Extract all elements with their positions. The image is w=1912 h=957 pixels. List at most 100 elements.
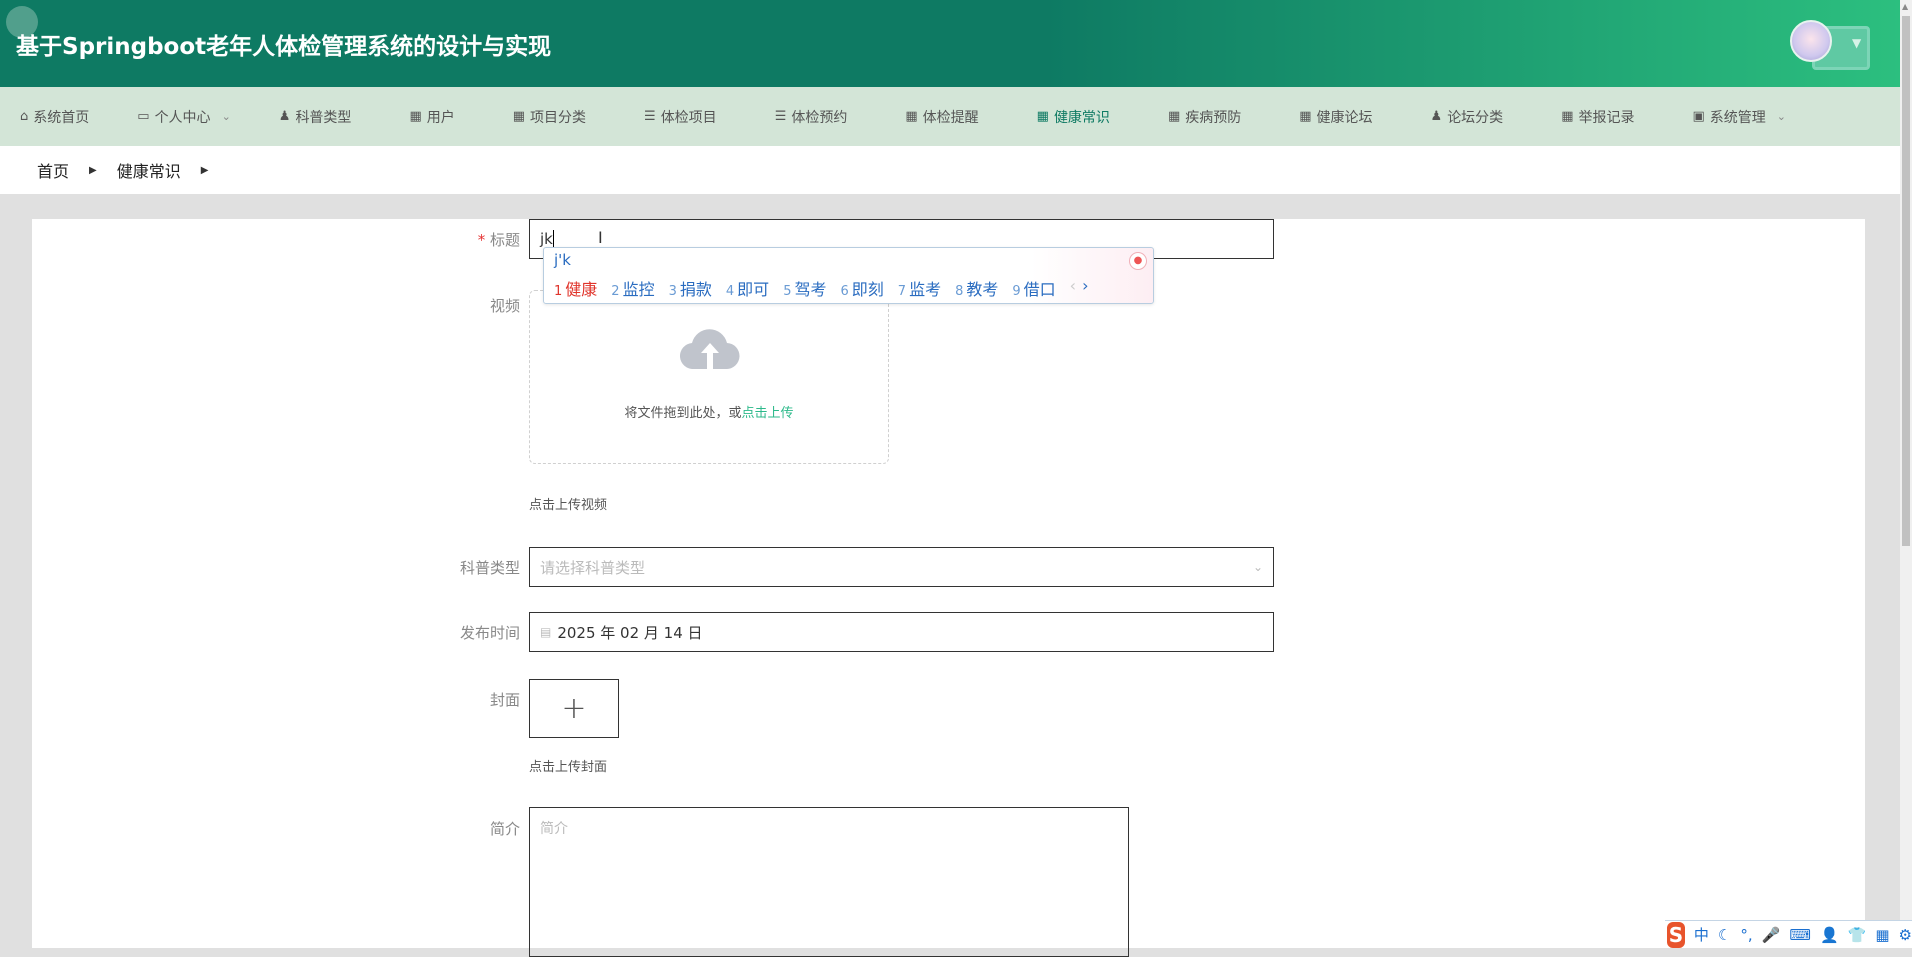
grid-icon: ▦ bbox=[1299, 109, 1312, 124]
nav-item-label: 体检项目 bbox=[660, 109, 717, 126]
ime-next-page-button[interactable]: › bbox=[1082, 276, 1088, 300]
ime-candidate[interactable]: 1 健康 bbox=[554, 276, 597, 300]
page-scrollbar[interactable]: ▲ bbox=[1900, 0, 1912, 948]
chevron-down-icon: ⌄ bbox=[221, 110, 231, 123]
ime-toolbar-button-icon[interactable]: 👕 bbox=[1848, 926, 1867, 944]
upload-hint-text: 将文件拖到此处，或 bbox=[624, 406, 742, 421]
cover-upload-button[interactable]: + bbox=[529, 679, 619, 738]
list-icon: ☰ bbox=[644, 109, 656, 124]
breadcrumb: 首页 ▶ 健康常识 ▶ bbox=[0, 146, 1900, 194]
grid-9-icon: ▦ bbox=[905, 109, 918, 124]
ime-candidate[interactable]: 8 教考 bbox=[955, 276, 998, 300]
ime-candidate[interactable]: 2 监控 bbox=[611, 276, 654, 300]
grid-icon: ▦ bbox=[1561, 109, 1574, 124]
nav-item-10[interactable]: ▦ 健康论坛 bbox=[1279, 87, 1372, 146]
ime-toolbar-button-icon[interactable]: °, bbox=[1740, 926, 1752, 944]
nav-item-label: 举报记录 bbox=[1578, 109, 1635, 126]
candidate-text: 监考 bbox=[909, 280, 942, 299]
type-select[interactable]: 请选择科普类型 ⌄ bbox=[529, 547, 1274, 587]
nav-item-2[interactable]: ♟ 科普类型 bbox=[259, 87, 352, 146]
candidate-number: 3 bbox=[668, 284, 677, 299]
ime-candidate[interactable]: 7 监考 bbox=[898, 276, 941, 300]
ime-toolbar-button-icon[interactable]: ⚙ bbox=[1899, 926, 1912, 944]
candidate-number: 1 bbox=[554, 284, 563, 299]
candidate-number: 5 bbox=[783, 284, 792, 299]
grid-icon: ▦ bbox=[512, 109, 526, 124]
sogou-logo-icon[interactable]: S bbox=[1667, 921, 1685, 948]
intro-label: 简介 bbox=[489, 820, 520, 838]
candidate-text: 即刻 bbox=[851, 280, 884, 299]
nav-item-label: 系统管理 bbox=[1709, 109, 1766, 126]
nav-item-label: 系统首页 bbox=[33, 109, 90, 126]
nav-item-label: 健康论坛 bbox=[1316, 109, 1373, 126]
clipboard-icon: ▣ bbox=[1692, 109, 1705, 124]
nav-item-0[interactable]: ⌂ 系统首页 bbox=[0, 87, 89, 146]
grid-icon: ▦ bbox=[1036, 109, 1049, 124]
candidate-text: 教考 bbox=[966, 280, 999, 299]
candidate-text: 驾考 bbox=[794, 280, 827, 299]
intro-placeholder: 简介 bbox=[540, 821, 568, 837]
grid-icon: ▦ bbox=[409, 109, 422, 124]
nav-item-3[interactable]: ▦ 用户 bbox=[389, 87, 454, 146]
date-picker[interactable]: ▤ 2025 年 02 月 14 日 bbox=[529, 612, 1274, 652]
candidate-number: 6 bbox=[840, 284, 849, 299]
ime-toolbar-button-icon[interactable]: ▦ bbox=[1875, 926, 1889, 944]
candidate-number: 9 bbox=[1012, 284, 1021, 299]
video-tip: 点击上传视频 bbox=[529, 498, 608, 513]
ime-toolbar-button-icon[interactable]: ⌨ bbox=[1789, 926, 1811, 944]
ime-toolbar: S 中 ☾ °, 🎤 ⌨ 👤 👕 ▦ ⚙ bbox=[1665, 920, 1912, 948]
ime-candidate[interactable]: 4 即可 bbox=[726, 276, 769, 300]
nav-item-8[interactable]: ▦ 健康常识 bbox=[1017, 87, 1110, 146]
list-icon: ☰ bbox=[774, 109, 787, 124]
title-label: * 标题 bbox=[380, 229, 520, 250]
user-icon: ♟ bbox=[1430, 109, 1443, 124]
chinese-mode-toggle[interactable]: 中 bbox=[1694, 924, 1709, 945]
ime-toolbar-button-icon[interactable]: ☾ bbox=[1718, 926, 1731, 944]
ime-candidate-popup: j'k ● 1 健康 2 监控 3 捐款 4 即可 5 驾考 6 即刻 7 监考 8 教考 9 借口 ‹ › bbox=[543, 247, 1154, 304]
nav-item-5[interactable]: ☰ 体检项目 bbox=[624, 87, 717, 146]
date-label: 发布时间 bbox=[459, 624, 520, 642]
nav-item-1[interactable]: ▭ 个人中心 ⌄ bbox=[117, 87, 231, 146]
chevron-down-icon: ⌄ bbox=[1252, 560, 1263, 574]
ime-candidate[interactable]: 6 即刻 bbox=[840, 276, 883, 300]
user-icon: ♟ bbox=[278, 109, 291, 124]
ime-skin-icon[interactable]: ● bbox=[1129, 252, 1147, 270]
nav-item-12[interactable]: ▦ 举报记录 bbox=[1541, 87, 1634, 146]
candidate-text: 捐款 bbox=[679, 280, 712, 299]
scrollbar-thumb[interactable] bbox=[1902, 16, 1910, 546]
ime-prev-page-button[interactable]: ‹ bbox=[1070, 276, 1076, 300]
ime-toolbar-button-icon[interactable]: 🎤 bbox=[1762, 926, 1781, 944]
cover-tip: 点击上传封面 bbox=[529, 760, 608, 775]
text-caret bbox=[552, 230, 554, 248]
top-header: 基于Springboot老年人体检管理系统的设计与实现 ▼ bbox=[0, 0, 1900, 87]
video-label: 视频 bbox=[489, 297, 520, 315]
dropdown-triangle-icon: ▼ bbox=[1852, 36, 1862, 50]
click-upload-link[interactable]: 点击上传 bbox=[742, 406, 794, 421]
candidate-text: 借口 bbox=[1023, 280, 1056, 299]
video-upload-dropzone[interactable]: 将文件拖到此处，或点击上传 bbox=[529, 290, 889, 464]
nav-item-13[interactable]: ▣ 系统管理 ⌄ bbox=[1672, 87, 1786, 146]
scroll-up-arrow-icon[interactable]: ▲ bbox=[1902, 2, 1908, 11]
chevron-right-icon: ▶ bbox=[200, 164, 209, 176]
nav-item-6[interactable]: ☰ 体检预约 bbox=[755, 87, 848, 146]
ime-toolbar-button-icon[interactable]: 👤 bbox=[1820, 926, 1839, 944]
nav-item-11[interactable]: ♟ 论坛分类 bbox=[1411, 87, 1504, 146]
date-value: 2025 年 02 月 14 日 bbox=[557, 623, 703, 642]
nav-item-4[interactable]: ▦ 项目分类 bbox=[493, 87, 586, 146]
ime-candidate[interactable]: 5 驾考 bbox=[783, 276, 826, 300]
grid-icon: ▦ bbox=[1167, 109, 1181, 124]
nav-item-7[interactable]: ▦ 体检提醒 bbox=[885, 87, 978, 146]
ime-candidate[interactable]: 9 借口 bbox=[1012, 276, 1055, 300]
intro-textarea[interactable]: 简介 bbox=[529, 807, 1129, 957]
candidate-number: 8 bbox=[955, 284, 964, 299]
nav-item-9[interactable]: ▦ 疾病预防 bbox=[1148, 87, 1241, 146]
chevron-right-icon: ▶ bbox=[89, 164, 97, 176]
candidate-text: 即可 bbox=[737, 280, 770, 299]
app-title: 基于Springboot老年人体检管理系统的设计与实现 bbox=[16, 34, 552, 60]
nav-item-label: 项目分类 bbox=[530, 109, 587, 126]
ime-candidate[interactable]: 3 捐款 bbox=[669, 276, 712, 300]
breadcrumb-home[interactable]: 首页 bbox=[37, 158, 69, 182]
candidate-number: 4 bbox=[725, 284, 735, 299]
user-avatar[interactable] bbox=[1790, 20, 1832, 62]
ime-candidates: 1 健康 2 监控 3 捐款 4 即可 5 驾考 6 即刻 7 监考 8 教考 9 借口 ‹ › bbox=[554, 276, 1088, 300]
